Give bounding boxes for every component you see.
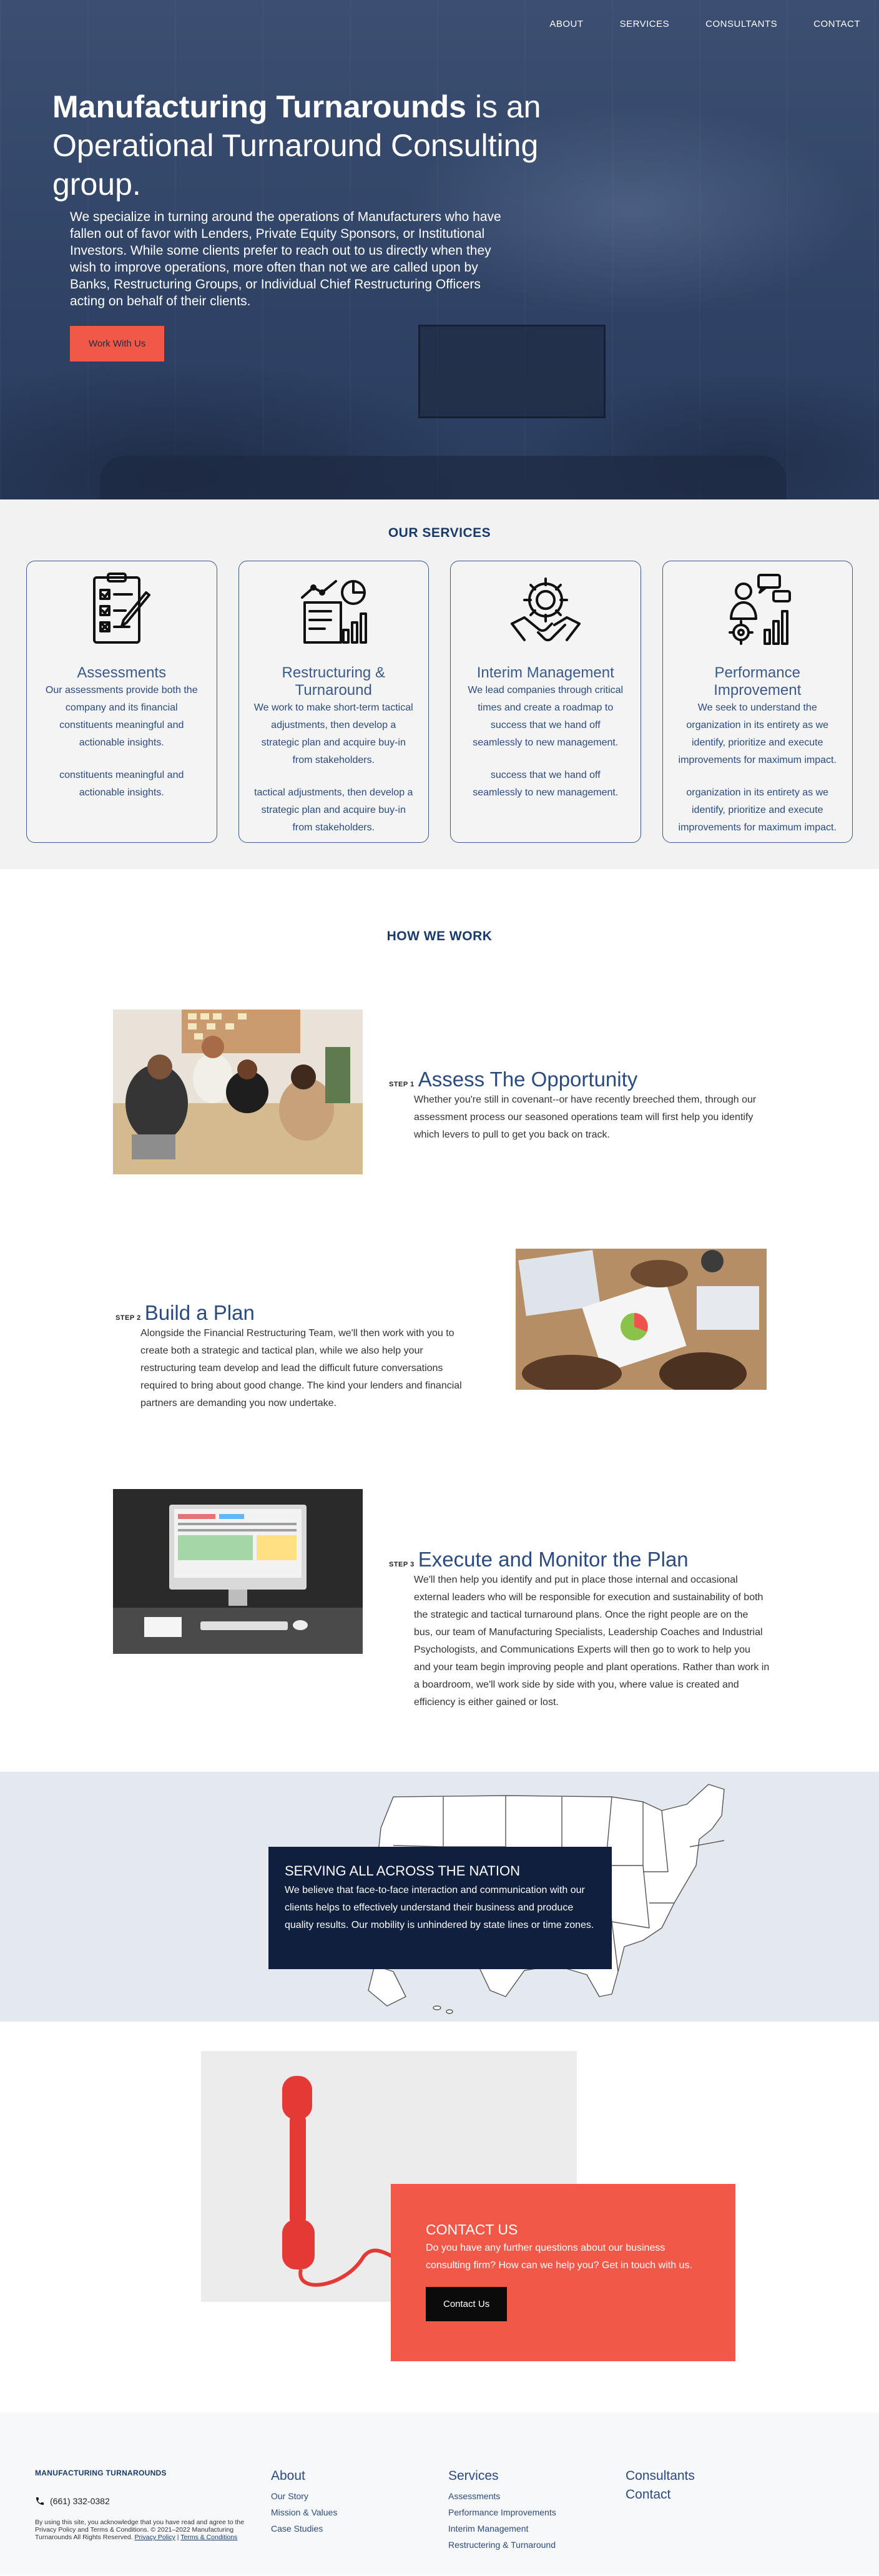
step-3-photo [113, 1489, 363, 1654]
footer-legal: By using this site, you acknowledge that… [35, 2519, 245, 2541]
footer-services-heading[interactable]: Services [448, 2469, 556, 2484]
hero-background-table [100, 456, 787, 499]
footer-link-performance[interactable]: Performance Improvements [448, 2507, 556, 2517]
footer-services-column: Services Assessments Performance Improve… [448, 2469, 556, 2550]
footer-contact-column: Consultants Contact [626, 2469, 695, 2502]
hero-body: We specialize in turning around the oper… [70, 210, 501, 308]
footer-link-case-studies[interactable]: Case Studies [271, 2524, 337, 2534]
step-2-title: Build a Plan [144, 1301, 255, 1324]
footer: MANUFACTURING TURNAROUNDS (661) 332-0382… [0, 2412, 879, 2575]
step-3-title: Execute and Monitor the Plan [418, 1548, 689, 1571]
checklist-icon [92, 573, 150, 644]
step-1-label: STEP 1 [389, 1081, 415, 1088]
service-card-interim-management[interactable]: Interim Management We lead companies thr… [450, 561, 641, 843]
footer-about-heading[interactable]: About [271, 2469, 337, 2484]
nav-consultants[interactable]: CONSULTANTS [705, 19, 777, 29]
step-1-photo [113, 1010, 363, 1174]
nav-about[interactable]: ABOUT [549, 19, 583, 29]
terms-link[interactable]: Terms & Conditions [180, 2534, 237, 2541]
step-3-label: STEP 3 [389, 1561, 415, 1568]
service-card-restructuring[interactable]: Restructuring & Turnaround We work to ma… [238, 561, 429, 843]
nation-body: We believe that face-to-face interaction… [285, 1885, 594, 1930]
services-section: OUR SERVICES Assessments Our assessments… [0, 499, 879, 869]
step-2-text: STEP 2 Build a Plan Alongside the Financ… [115, 1301, 465, 1412]
nav-services[interactable]: SERVICES [620, 19, 670, 29]
footer-contact-heading[interactable]: Contact [626, 2487, 695, 2502]
contact-title: CONTACT US [426, 2221, 518, 2238]
nav-contact[interactable]: CONTACT [813, 19, 860, 29]
services-title: OUR SERVICES [388, 526, 491, 540]
step-2-body: Alongside the Financial Restructuring Te… [140, 1328, 462, 1408]
hero-content: Manufacturing Turnarounds is an Operatio… [52, 87, 614, 361]
contact-us-button[interactable]: Contact Us [426, 2287, 508, 2321]
footer-brand: MANUFACTURING TURNAROUNDS [35, 2469, 167, 2477]
service-card-assessments[interactable]: Assessments Our assessments provide both… [26, 561, 217, 843]
footer-link-interim[interactable]: Interim Management [448, 2524, 556, 2534]
work-with-us-button[interactable]: Work With Us [70, 326, 165, 361]
chart-report-icon [301, 580, 368, 644]
footer-brand-column: MANUFACTURING TURNAROUNDS (661) 332-0382… [35, 2469, 260, 2541]
contact-section: CONTACT US Do you have any further quest… [0, 2022, 879, 2412]
footer-consultants-heading[interactable]: Consultants [626, 2469, 695, 2484]
hero-title: Manufacturing Turnarounds is an Operatio… [52, 89, 541, 202]
hero-section: ABOUT SERVICES CONSULTANTS CONTACT Manuf… [0, 0, 879, 499]
footer-phone[interactable]: (661) 332-0382 [35, 2496, 260, 2506]
step-1-body: Whether you're still in covenant--or hav… [414, 1094, 757, 1140]
team-performance-icon [729, 574, 792, 645]
contact-body: Do you have any further questions about … [426, 2243, 692, 2271]
gear-handshake-icon [510, 578, 581, 642]
contact-info-box: CONTACT US Do you have any further quest… [391, 2184, 735, 2361]
footer-about-column: About Our Story Mission & Values Case St… [271, 2469, 337, 2534]
how-we-work-title: HOW WE WORK [386, 929, 493, 943]
footer-link-our-story[interactable]: Our Story [271, 2491, 337, 2501]
phone-icon [36, 2497, 44, 2505]
nation-info-box: SERVING ALL ACROSS THE NATION We believe… [268, 1847, 612, 1969]
step-1-title: Assess The Opportunity [418, 1068, 638, 1091]
step-3-body: We'll then help you identify and put in … [414, 1575, 770, 1708]
footer-link-restructuring[interactable]: Restructering & Turnaround [448, 2540, 556, 2550]
step-3-text: STEP 3 Execute and Monitor the Plan We'l… [389, 1548, 770, 1711]
main-nav: ABOUT SERVICES CONSULTANTS CONTACT [549, 19, 860, 29]
services-cards: Assessments Our assessments provide both… [26, 561, 853, 843]
service-card-performance[interactable]: Performance Improvement We seek to under… [662, 561, 853, 843]
nation-section: SERVING ALL ACROSS THE NATION We believe… [0, 1772, 879, 2022]
step-2-photo [516, 1249, 767, 1390]
step-1-text: STEP 1 Assess The Opportunity Whether yo… [389, 1068, 764, 1144]
privacy-policy-link[interactable]: Privacy Policy [135, 2534, 175, 2541]
step-2-label: STEP 2 [115, 1314, 141, 1322]
nation-title: SERVING ALL ACROSS THE NATION [285, 1863, 520, 1879]
footer-link-mission[interactable]: Mission & Values [271, 2507, 337, 2517]
how-we-work-section: HOW WE WORK STEP 1 Assess The Opportunit… [0, 869, 879, 1772]
footer-link-assessments[interactable]: Assessments [448, 2491, 556, 2501]
